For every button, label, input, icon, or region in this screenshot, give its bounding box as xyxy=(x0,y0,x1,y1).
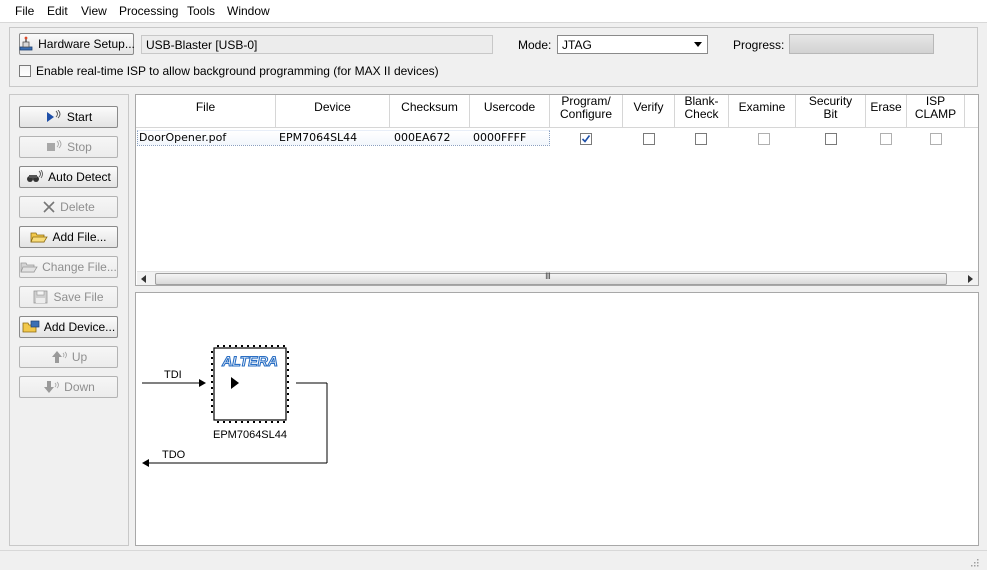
column-header-program[interactable]: Program/ Configure xyxy=(550,95,623,128)
menu-processing[interactable]: Processing xyxy=(119,4,178,18)
up-button[interactable]: Up xyxy=(19,346,118,368)
stop-label: Stop xyxy=(67,140,92,154)
save-file-label: Save File xyxy=(53,290,104,304)
hardware-value: USB-Blaster [USB-0] xyxy=(141,35,493,54)
jtag-chain-panel: ALTERA TDI TDO EPM7064SL44 xyxy=(135,292,979,546)
status-bar xyxy=(0,550,987,570)
add-file-label: Add File... xyxy=(52,230,107,244)
cell-usercode[interactable]: 0000FFFF xyxy=(471,131,526,145)
security-bit-checkbox[interactable] xyxy=(825,133,837,145)
start-icon xyxy=(46,110,61,122)
start-label: Start xyxy=(66,110,93,124)
mode-label: Mode: xyxy=(518,38,552,52)
add-device-label: Add Device... xyxy=(43,320,116,334)
tdi-label: TDI xyxy=(164,369,182,381)
down-button[interactable]: Down xyxy=(19,376,118,398)
horizontal-scrollbar[interactable]: III xyxy=(137,271,978,285)
resize-grip-icon[interactable] xyxy=(969,557,979,567)
auto-detect-icon xyxy=(27,170,44,182)
column-header-label: Security Bit xyxy=(808,94,853,121)
column-header-security-bit[interactable]: Security Bit xyxy=(796,95,866,128)
change-file-icon xyxy=(20,262,38,273)
program-checkbox[interactable] xyxy=(580,133,592,145)
menu-window[interactable]: Window xyxy=(227,4,270,18)
isp-clamp-checkbox[interactable] xyxy=(930,133,942,145)
hardware-setup-button[interactable]: Hardware Setup... xyxy=(19,33,135,55)
add-file-button[interactable]: Add File... xyxy=(19,226,118,248)
hardware-setup-label: Hardware Setup... xyxy=(38,37,135,51)
progress-bar xyxy=(789,34,934,54)
menu-bar: File Edit View Processing Tools Window xyxy=(0,0,987,23)
add-device-icon xyxy=(22,320,40,333)
down-label: Down xyxy=(64,380,95,394)
menu-file[interactable]: File xyxy=(15,4,34,18)
add-device-button[interactable]: Add Device... xyxy=(19,316,118,338)
delete-label: Delete xyxy=(60,200,95,214)
auto-detect-label: Auto Detect xyxy=(48,170,111,184)
chip-device-label: EPM7064SL44 xyxy=(213,429,287,441)
column-header-file[interactable]: File xyxy=(136,95,276,128)
chip-icon[interactable]: ALTERA xyxy=(211,345,289,423)
column-header-verify[interactable]: Verify xyxy=(623,95,675,128)
mode-select-value: JTAG xyxy=(562,38,592,52)
column-header-checksum[interactable]: Checksum xyxy=(390,95,470,128)
column-header-label: Device xyxy=(314,100,351,114)
column-header-label: Program/ Configure xyxy=(559,94,613,121)
auto-detect-button[interactable]: Auto Detect xyxy=(19,166,118,188)
save-file-button[interactable]: Save File xyxy=(19,286,118,308)
device-table: File Device Checksum Usercode Program/ C… xyxy=(135,94,979,286)
progress-label: Progress: xyxy=(733,38,785,52)
scroll-left-icon[interactable] xyxy=(141,275,147,283)
column-header-device[interactable]: Device xyxy=(276,95,390,128)
chevron-down-icon xyxy=(694,42,702,47)
arrow-up-icon xyxy=(51,351,67,363)
delete-icon xyxy=(43,201,55,213)
arrow-down-icon xyxy=(44,381,60,393)
isp-checkbox-label: Enable real-time ISP to allow background… xyxy=(36,64,439,78)
altera-logo: ALTERA xyxy=(221,353,278,369)
menu-view[interactable]: View xyxy=(81,4,107,18)
isp-checkbox[interactable] xyxy=(19,65,31,77)
column-header-erase[interactable]: Erase xyxy=(866,95,907,128)
cell-file[interactable]: DoorOpener.pof xyxy=(137,131,226,145)
blank-check-checkbox[interactable] xyxy=(695,133,707,145)
change-file-button[interactable]: Change File... xyxy=(19,256,118,278)
column-header-examine[interactable]: Examine xyxy=(729,95,796,128)
column-header-filler xyxy=(965,95,978,128)
scroll-right-icon[interactable] xyxy=(968,275,974,283)
checkmark-icon xyxy=(581,135,591,143)
mode-select[interactable]: JTAG xyxy=(557,35,708,54)
cell-checksum[interactable]: 000EA672 xyxy=(392,131,450,145)
stop-icon xyxy=(47,140,62,151)
start-button[interactable]: Start xyxy=(19,106,118,128)
column-header-label: Erase xyxy=(870,100,902,114)
column-header-usercode[interactable]: Usercode xyxy=(470,95,550,128)
column-header-label: Verify xyxy=(633,100,664,114)
menu-edit[interactable]: Edit xyxy=(47,4,68,18)
cell-device[interactable]: EPM7064SL44 xyxy=(277,131,357,145)
open-folder-icon xyxy=(30,232,49,243)
delete-button[interactable]: Delete xyxy=(19,196,118,218)
menu-tools[interactable]: Tools xyxy=(187,4,215,18)
stop-button[interactable]: Stop xyxy=(19,136,118,158)
up-label: Up xyxy=(71,350,88,364)
erase-checkbox[interactable] xyxy=(880,133,892,145)
column-header-isp-clamp[interactable]: ISP CLAMP xyxy=(907,95,965,128)
tdo-label: TDO xyxy=(162,449,186,461)
jtag-chain-diagram: ALTERA TDI TDO EPM7064SL44 xyxy=(142,345,328,467)
column-header-label: Blank- Check xyxy=(684,94,719,121)
examine-checkbox[interactable] xyxy=(758,133,770,145)
column-header-label: Examine xyxy=(738,100,786,114)
column-header-label: File xyxy=(195,100,216,114)
scrollbar-thumb[interactable]: III xyxy=(155,272,947,285)
column-header-label: Usercode xyxy=(483,100,536,114)
column-header-label: Checksum xyxy=(401,100,458,114)
column-header-label: ISP CLAMP xyxy=(914,94,957,121)
verify-checkbox[interactable] xyxy=(643,133,655,145)
hardware-icon xyxy=(19,36,33,51)
change-file-label: Change File... xyxy=(42,260,117,274)
save-icon xyxy=(34,290,48,304)
column-header-blank-check[interactable]: Blank- Check xyxy=(675,95,729,128)
scrollbar-grip: III xyxy=(545,272,551,282)
